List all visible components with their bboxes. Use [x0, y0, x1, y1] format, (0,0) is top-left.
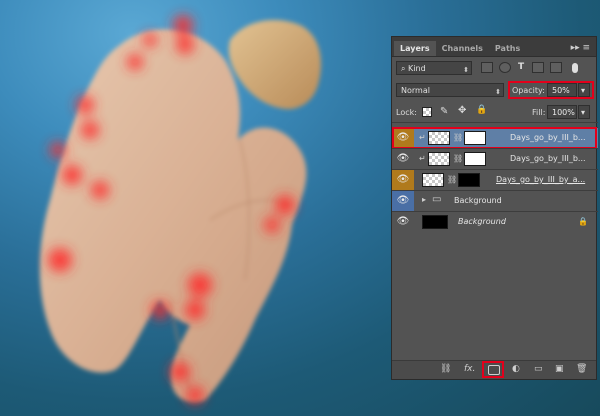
layers-panel: Layers Channels Paths ▸▸ ≡ ⌕ Kind ⬍ T No… [391, 36, 598, 380]
lock-all-icon[interactable]: 🔒 [476, 105, 487, 115]
adjustment-icon[interactable]: ◐ [512, 364, 520, 375]
visibility-toggle[interactable]: 👁 [392, 149, 414, 169]
fx-icon[interactable]: fx. [464, 364, 475, 375]
chain-link-icon[interactable]: ⛓ [447, 175, 457, 184]
layer-name: Background [458, 217, 506, 226]
fill-label: Fill: [532, 108, 546, 117]
layer-mask-thumbnail[interactable] [458, 173, 480, 187]
chevron-down-icon: ⬍ [495, 88, 501, 96]
panel-menu-icon[interactable]: ▸▸ ≡ [571, 41, 590, 56]
layer-thumbnail [422, 215, 448, 229]
visibility-toggle[interactable]: 👁 [392, 191, 414, 211]
layer-highlight-box [392, 127, 597, 149]
lock-label: Lock: [396, 108, 417, 117]
filter-shape-icon[interactable] [532, 62, 544, 73]
lock-transparency-icon[interactable] [422, 107, 432, 117]
opacity-highlight-box [508, 81, 594, 99]
filter-toggle-icon[interactable] [572, 63, 578, 73]
lock-move-icon[interactable]: ✥ [458, 105, 466, 116]
tab-paths[interactable]: Paths [489, 41, 526, 56]
tab-channels[interactable]: Channels [436, 41, 489, 56]
layer-row-2[interactable]: 👁 ↵ ⛓ Days_go_by_III_b... [392, 148, 598, 169]
blend-mode-value: Normal [401, 86, 430, 95]
trash-icon[interactable]: 🗑 [576, 364, 587, 375]
tab-layers[interactable]: Layers [394, 41, 436, 56]
eye-icon: 👁 [396, 174, 410, 185]
layer-name: Days_go_by_III_b... [510, 154, 586, 163]
blend-row: Normal ⬍ Opacity: 50% ▾ [392, 80, 598, 100]
layer-row-3[interactable]: 👁 ⛓ Days_go_by_III_by_a... [392, 169, 598, 190]
lock-brush-icon[interactable]: ✎ [440, 106, 448, 117]
layer-name: Background [454, 196, 502, 205]
chain-link-icon[interactable]: ⛓ [453, 154, 463, 163]
panel-tabs: Layers Channels Paths ▸▸ ≡ [392, 37, 596, 57]
filter-row: ⌕ Kind ⬍ T [392, 58, 598, 78]
eye-icon: 👁 [396, 195, 410, 206]
layer-background-row[interactable]: 👁 Background 🔒 [392, 211, 598, 232]
filter-smart-object-icon[interactable] [550, 62, 562, 73]
filter-type-icon[interactable]: T [518, 62, 524, 72]
layer-thumbnail [428, 152, 450, 166]
fill-input[interactable]: 100% [547, 105, 577, 119]
fill-dropdown-button[interactable]: ▾ [578, 105, 590, 119]
lock-row: Lock: ✎ ✥ 🔒 Fill: 100% ▾ [392, 102, 598, 123]
layer-thumbnail [422, 173, 444, 187]
filter-pixel-icon[interactable] [481, 62, 493, 73]
visibility-toggle[interactable]: 👁 [392, 170, 414, 190]
layers-bottom-bar: ⛓ fx. ◐ ▭ ▣ 🗑 [392, 360, 596, 379]
lock-icon: 🔒 [578, 217, 588, 226]
visibility-toggle[interactable]: 👁 [392, 212, 414, 232]
blend-mode-select[interactable]: Normal ⬍ [396, 83, 504, 97]
layers-list: 👁 ↵ ⛓ Days_go_by_III_b... 👁 ↵ ⛓ Days_go_… [392, 123, 598, 363]
folder-icon: ▭ [432, 194, 442, 205]
layer-mask-thumbnail[interactable] [464, 152, 486, 166]
folder-icon[interactable]: ▭ [534, 364, 543, 375]
chevron-down-icon: ⬍ [463, 66, 469, 74]
filter-kind-select[interactable]: ⌕ Kind ⬍ [396, 61, 472, 75]
layer-name: Days_go_by_III_by_a... [496, 175, 586, 184]
filter-adjustment-icon[interactable] [499, 62, 511, 73]
clipping-arrow-icon: ↵ [419, 154, 426, 163]
layer-group-row[interactable]: 👁 ▸ ▭ Background [392, 190, 598, 211]
eye-icon: 👁 [396, 153, 410, 164]
link-icon[interactable]: ⛓ [440, 364, 451, 375]
new-layer-icon[interactable]: ▣ [555, 364, 564, 375]
eye-icon: 👁 [396, 216, 410, 227]
layer-row-1[interactable]: 👁 ↵ ⛓ Days_go_by_III_b... [392, 127, 598, 149]
filter-kind-label: Kind [408, 64, 426, 73]
add-mask-highlight-box [482, 361, 504, 378]
search-icon: ⌕ [401, 64, 406, 73]
expand-arrow-icon[interactable]: ▸ [422, 195, 426, 204]
